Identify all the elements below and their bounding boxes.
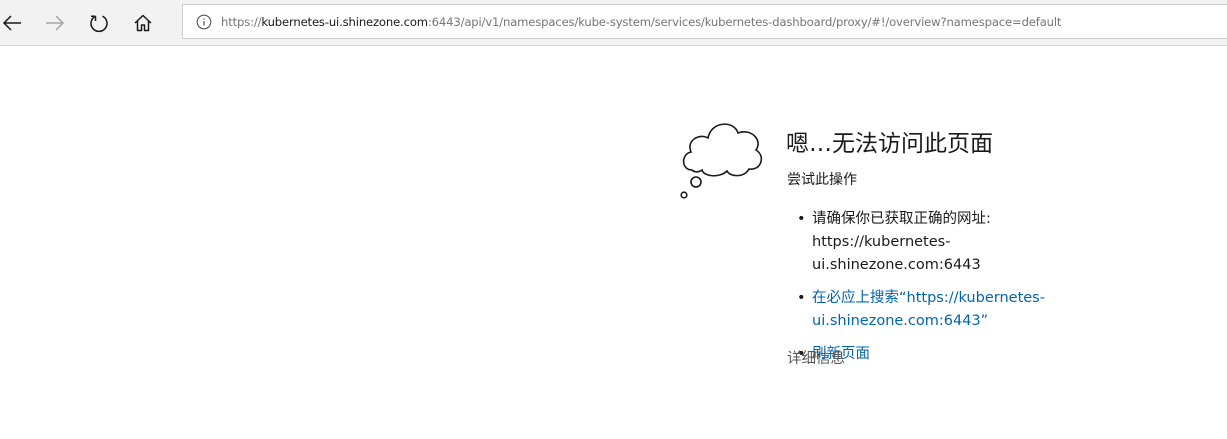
browser-toolbar: https://kubernetes-ui.shinezone.com:6443… [0, 0, 1227, 46]
suggestion-list: • 请确保你已获取正确的网址: https://kubernetes- ui.s… [797, 208, 1057, 366]
url-host: kubernetes-ui.shinezone.com [261, 14, 428, 29]
url-rest: :6443/api/v1/namespaces/kube-system/serv… [427, 14, 1062, 29]
info-icon[interactable] [196, 14, 212, 30]
suggestion-text: 请确保你已获取正确的网址: [812, 211, 991, 227]
forward-button[interactable] [33, 0, 77, 45]
list-item: • 在必应上搜索“https://kubernetes- ui.shinezon… [797, 287, 1057, 333]
refresh-button[interactable] [77, 0, 121, 45]
bullet: • [797, 290, 806, 306]
back-arrow-icon [2, 14, 21, 31]
list-item: • 请确保你已获取正确的网址: https://kubernetes- ui.s… [797, 208, 1057, 277]
details-link[interactable]: 详细信息 [787, 347, 845, 368]
address-bar[interactable]: https://kubernetes-ui.shinezone.com:6443… [182, 4, 1227, 39]
suggestion-url-line1: https://kubernetes- [812, 234, 951, 250]
back-button[interactable] [0, 0, 34, 45]
home-icon [134, 14, 152, 31]
forward-arrow-icon [46, 14, 65, 31]
url-text[interactable]: https://kubernetes-ui.shinezone.com:6443… [221, 15, 1061, 29]
try-label: 尝试此操作 [787, 172, 857, 188]
error-page: 嗯…无法访问此页面 尝试此操作 • 请确保你已获取正确的网址: https://… [0, 46, 1227, 439]
suggestion-url-line2: ui.shinezone.com:6443 [812, 257, 981, 273]
bullet: • [797, 211, 806, 227]
bing-search-line2: ui.shinezone.com:6443” [812, 313, 989, 329]
thought-cloud-icon [680, 123, 763, 199]
bing-search-line1: 在必应上搜索“https://kubernetes- [812, 290, 1045, 306]
bing-search-link[interactable]: 在必应上搜索“https://kubernetes- ui.shinezone.… [812, 287, 1057, 333]
refresh-icon [90, 14, 108, 32]
home-button[interactable] [121, 0, 165, 45]
error-title: 嗯…无法访问此页面 [786, 131, 993, 157]
url-scheme: https:// [221, 14, 262, 29]
